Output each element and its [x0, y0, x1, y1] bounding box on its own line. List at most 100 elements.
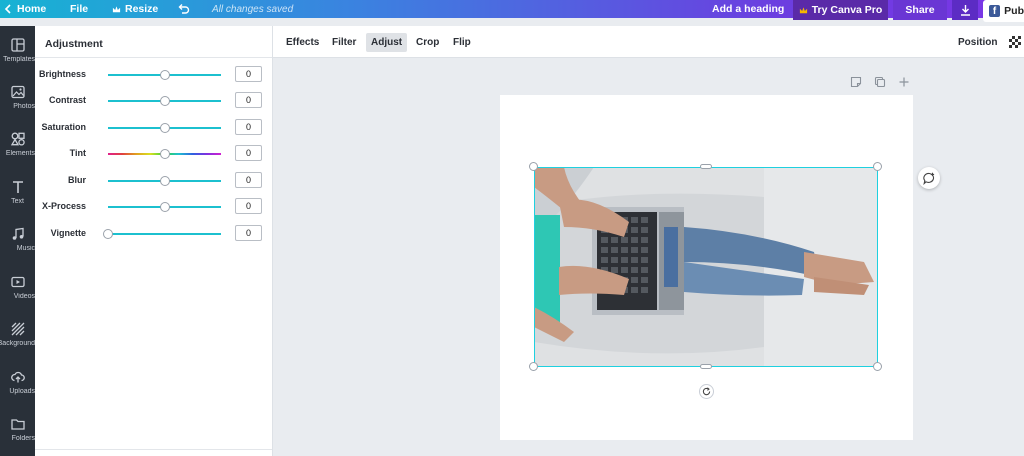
- file-menu[interactable]: File: [70, 0, 88, 18]
- brightness-label: Brightness: [38, 69, 86, 79]
- uploads-icon: [10, 371, 25, 383]
- contrast-slider[interactable]: [108, 96, 221, 106]
- sidebar-label: Folders: [11, 435, 35, 442]
- sidebar-item-templates[interactable]: Templates: [0, 38, 35, 78]
- slider-handle[interactable]: [159, 202, 170, 212]
- tint-value[interactable]: 0: [235, 145, 262, 161]
- selection-frame: [534, 167, 878, 367]
- transparency-icon[interactable]: [1009, 36, 1021, 48]
- save-status: All changes saved: [212, 3, 294, 15]
- share-label: Share: [905, 4, 935, 16]
- vignette-slider[interactable]: [103, 229, 221, 239]
- contrast-row: Contrast 0: [35, 92, 272, 110]
- sidebar-item-folders[interactable]: Folders: [0, 417, 35, 456]
- saturation-label: Saturation: [41, 122, 86, 132]
- resize-handle-top[interactable]: [700, 164, 712, 169]
- add-heading-button[interactable]: Add a heading: [712, 0, 784, 18]
- sidebar-item-text[interactable]: Text: [0, 180, 35, 220]
- share-button[interactable]: Share: [893, 0, 947, 20]
- resize-handle-bottom-left[interactable]: [529, 362, 538, 371]
- sidebar-label: Templates: [3, 56, 35, 63]
- add-page-icon[interactable]: [898, 76, 910, 88]
- adjustment-panel: Adjustment Brightness 0 Contrast 0 Satur…: [35, 26, 273, 456]
- resize-handle-bottom-right[interactable]: [873, 362, 882, 371]
- slider-handle[interactable]: [159, 123, 170, 133]
- sidebar-item-photos[interactable]: Photos: [0, 85, 35, 125]
- tint-row: Tint 0: [35, 145, 272, 163]
- crop-button[interactable]: Crop: [411, 33, 444, 52]
- undo-icon: [178, 3, 190, 14]
- x-process-slider[interactable]: [108, 202, 221, 212]
- slider-fill: [108, 233, 221, 235]
- panel-title: Adjustment: [45, 38, 103, 50]
- videos-icon: [10, 276, 25, 288]
- blur-row: Blur 0: [35, 172, 272, 190]
- background-icon: [11, 322, 24, 336]
- folders-icon: [10, 419, 25, 430]
- duplicate-icon[interactable]: [874, 76, 886, 88]
- try-canva-pro-button[interactable]: Try Canva Pro: [793, 0, 888, 20]
- contrast-value[interactable]: 0: [235, 92, 262, 108]
- sidebar-label: Photos: [13, 103, 35, 110]
- saturation-slider[interactable]: [108, 123, 221, 133]
- resize-button[interactable]: Resize: [112, 0, 158, 18]
- x-process-row: X-Process 0: [35, 198, 272, 216]
- slider-handle[interactable]: [159, 96, 170, 106]
- flip-button[interactable]: Flip: [448, 33, 476, 52]
- publish-label: Pub: [1004, 5, 1024, 17]
- home-button[interactable]: Home: [4, 0, 46, 18]
- add-comment-button[interactable]: [918, 167, 940, 189]
- sidebar-label: Uploads: [9, 388, 35, 395]
- sidebar-label: Background: [0, 340, 35, 347]
- tint-slider[interactable]: [108, 149, 221, 159]
- undo-button[interactable]: [177, 0, 190, 18]
- resize-handle-top-left[interactable]: [529, 162, 538, 171]
- slider-handle[interactable]: [159, 149, 170, 159]
- text-icon: [12, 181, 23, 193]
- crown-icon: [112, 5, 121, 12]
- slider-handle[interactable]: [159, 176, 170, 186]
- download-button[interactable]: [952, 0, 978, 20]
- publish-button[interactable]: f Pub: [983, 0, 1024, 22]
- resize-label: Resize: [125, 3, 159, 15]
- chevron-left-icon: [4, 4, 11, 14]
- divider: [35, 449, 272, 450]
- vignette-value[interactable]: 0: [235, 225, 262, 241]
- resize-handle-bottom[interactable]: [700, 364, 712, 369]
- sidebar-item-videos[interactable]: Videos: [0, 275, 35, 315]
- contrast-label: Contrast: [48, 95, 86, 105]
- blur-label: Blur: [68, 175, 86, 185]
- slider-handle[interactable]: [159, 70, 170, 80]
- brightness-slider[interactable]: [108, 70, 221, 80]
- slider-handle[interactable]: [103, 229, 113, 239]
- x-process-value[interactable]: 0: [235, 198, 262, 214]
- elements-icon: [10, 132, 25, 146]
- rotate-handle[interactable]: [699, 384, 714, 399]
- saturation-value[interactable]: 0: [235, 119, 262, 135]
- blur-slider[interactable]: [108, 176, 221, 186]
- blur-value[interactable]: 0: [235, 172, 262, 188]
- filter-button[interactable]: Filter: [327, 33, 361, 52]
- resize-handle-top-right[interactable]: [873, 162, 882, 171]
- sidebar-label: Videos: [13, 293, 35, 300]
- sidebar-label: Elements: [5, 150, 35, 157]
- sidebar-item-elements[interactable]: Elements: [0, 132, 35, 172]
- position-button[interactable]: Position: [953, 33, 1002, 52]
- sidebar-label: Text: [11, 198, 24, 205]
- sidebar-item-music[interactable]: Music: [0, 227, 35, 267]
- vignette-label: Vignette: [50, 228, 86, 238]
- effects-button[interactable]: Effects: [281, 33, 324, 52]
- facebook-icon: f: [989, 5, 1001, 17]
- sidebar-item-uploads[interactable]: Uploads: [0, 370, 35, 410]
- saturation-row: Saturation 0: [35, 119, 272, 137]
- brightness-value[interactable]: 0: [235, 66, 262, 82]
- photos-icon: [10, 85, 25, 99]
- music-icon: [12, 227, 24, 240]
- adjust-button[interactable]: Adjust: [366, 33, 408, 52]
- try-pro-label: Try Canva Pro: [811, 4, 883, 16]
- sidebar-item-background[interactable]: Background: [0, 322, 35, 362]
- brightness-row: Brightness 0: [35, 66, 272, 84]
- note-icon[interactable]: [850, 76, 862, 88]
- crown-icon: [799, 6, 807, 13]
- add-heading-label: Add a heading: [712, 3, 785, 15]
